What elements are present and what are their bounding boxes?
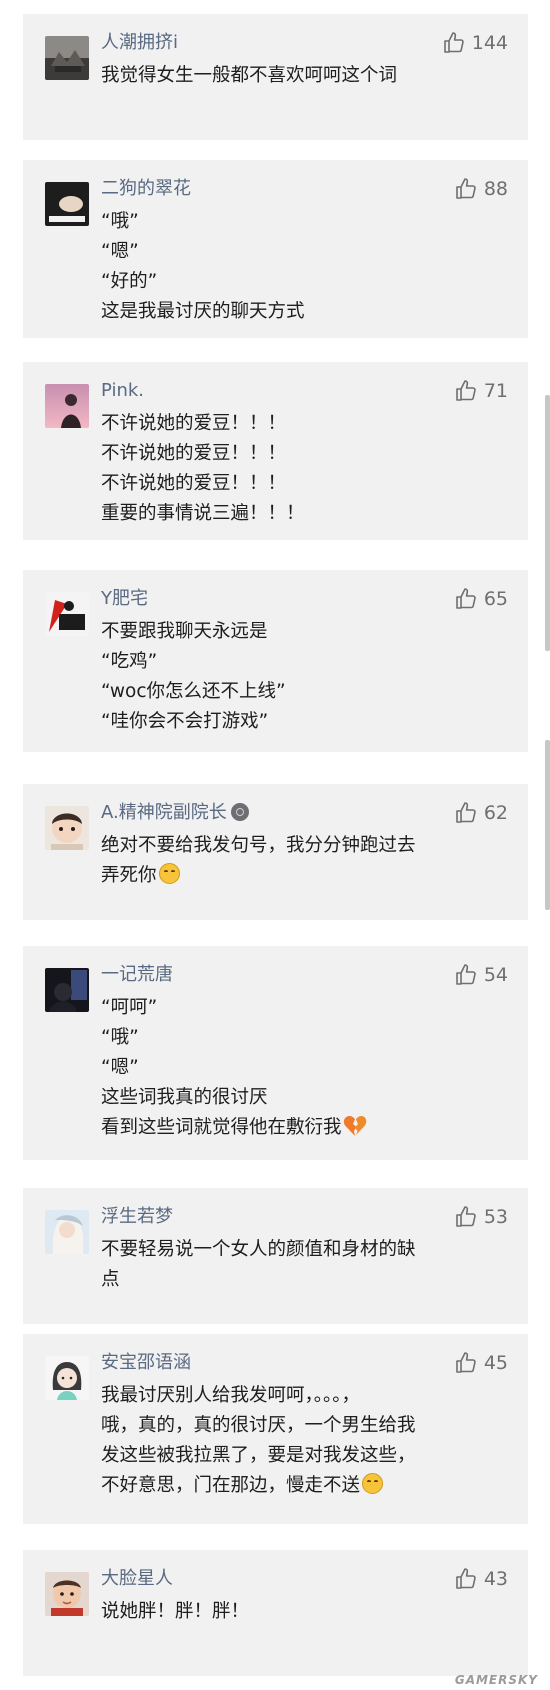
thumbs-up-icon — [443, 32, 464, 53]
comment-line: 看到这些词就觉得他在敷衍我 — [101, 1113, 508, 1143]
comment-line: 重要的事情说三遍！！！ — [101, 503, 305, 524]
smiling-face-emoji — [362, 1473, 384, 1494]
thumbs-up-icon — [456, 802, 476, 823]
like-button[interactable]: 62 — [454, 800, 508, 826]
broken-heart-emoji — [343, 1116, 366, 1136]
comment-line: 点 — [101, 1269, 120, 1290]
username[interactable]: 二狗的翠花 — [101, 177, 191, 201]
scrollbar-thumb[interactable] — [545, 395, 550, 651]
thumbs-up-icon — [456, 588, 476, 609]
thumbs-up-icon — [456, 178, 476, 199]
avatar-baby-icon[interactable] — [45, 806, 89, 850]
username[interactable]: 安宝邵语涵 — [101, 1351, 191, 1375]
comment-text: “哦” “嗯” “好的” 这是我最讨厌的聊天方式 — [101, 207, 508, 327]
comment-line: 我最讨厌别人给我发呵呵，。。。， — [101, 1385, 361, 1406]
comment-text: 我觉得女生一般都不喜欢呵呵这个词 — [101, 61, 508, 91]
username[interactable]: 一记荒唐 — [101, 963, 173, 987]
username[interactable]: 人潮拥挤i — [101, 31, 178, 55]
like-button[interactable]: 88 — [454, 176, 508, 202]
comment-line: 不许说她的爱豆！！！ — [101, 473, 287, 494]
like-button[interactable]: 43 — [454, 1566, 508, 1592]
comment-card: 安宝邵语涵 45 我最讨厌别人给我发呵呵，。。。， 哦，真的，真的很讨厌，一个男… — [23, 1334, 528, 1524]
comment-line: 说她胖！胖！胖！ — [101, 1601, 250, 1622]
comment-card: 二狗的翠花 88 “哦” “嗯” “好的” 这是我最讨厌的聊天方式 — [23, 160, 528, 338]
avatar-sunset-person-icon[interactable] — [45, 384, 89, 428]
comment-line: 绝对不要给我发句号，我分分钟跑过去 — [101, 835, 416, 856]
thumbs-up-icon — [456, 1206, 476, 1227]
comment-line: 弄死你 — [101, 861, 508, 891]
upside-down-face-emoji — [158, 863, 180, 884]
comment-text: 绝对不要给我发句号，我分分钟跑过去 弄死你 — [101, 831, 508, 891]
like-count: 62 — [483, 802, 508, 824]
comment-card: Pink. 71 不许说她的爱豆！！！ 不许说她的爱豆！！！ 不许说她的爱豆！！… — [23, 362, 528, 540]
like-count: 54 — [483, 964, 508, 986]
comment-line: “哦” — [101, 211, 139, 232]
like-count: 45 — [483, 1352, 508, 1374]
avatar-landscape-icon[interactable] — [45, 36, 89, 80]
comment-line: “好的” — [101, 271, 158, 292]
like-button[interactable]: 71 — [454, 378, 508, 404]
like-count: 53 — [483, 1206, 508, 1228]
avatar-red-flag-icon[interactable] — [45, 592, 89, 636]
like-button[interactable]: 45 — [454, 1350, 508, 1376]
like-button[interactable]: 54 — [454, 962, 508, 988]
comment-card: 大脸星人 43 说她胖！胖！胖！ — [23, 1550, 528, 1676]
comment-line: “嗯” — [101, 241, 139, 262]
scrollbar-thumb[interactable] — [545, 740, 550, 910]
comment-line: 我觉得女生一般都不喜欢呵呵这个词 — [101, 65, 398, 86]
thumbs-up-icon — [456, 1352, 476, 1373]
thumbs-up-icon — [456, 380, 476, 401]
avatar-dark-portrait-icon[interactable] — [45, 968, 89, 1012]
comment-line: 不许说她的爱豆！！！ — [101, 413, 287, 434]
username[interactable]: Pink. — [101, 379, 144, 403]
comment-line: 发这些被我拉黑了，要是对我发这些， — [101, 1445, 416, 1466]
comment-line: “呵呵” — [101, 997, 158, 1018]
comment-line: 不要轻易说一个女人的颜值和身材的缺 — [101, 1239, 416, 1260]
username[interactable]: 大脸星人 — [101, 1567, 173, 1591]
comment-line: “哦” — [101, 1027, 139, 1048]
comment-line: “吃鸡” — [101, 651, 158, 672]
watermark: GAMERSKY — [454, 1673, 538, 1687]
thumbs-up-icon — [456, 1568, 476, 1589]
comment-card: Y肥宅 65 不要跟我聊天永远是 “吃鸡” “woc你怎么还不上线” “哇你会不… — [23, 570, 528, 752]
avatar-child-photo-icon[interactable] — [45, 1572, 89, 1616]
comment-line: 不要跟我聊天永远是 — [101, 621, 268, 642]
like-button[interactable]: 144 — [442, 30, 508, 56]
comment-card: 浮生若梦 53 不要轻易说一个女人的颜值和身材的缺 点 — [23, 1188, 528, 1324]
username[interactable]: 浮生若梦 — [101, 1205, 173, 1229]
comment-line: “嗯” — [101, 1057, 139, 1078]
like-count: 88 — [483, 178, 508, 200]
comment-card: 一记荒唐 54 “呵呵” “哦” “嗯” 这些词我真的很讨厌 看到这些词就觉得他… — [23, 946, 528, 1160]
like-count: 71 — [483, 380, 508, 402]
avatar-hand-icon[interactable] — [45, 182, 89, 226]
username[interactable]: A.精神院副院长 — [101, 801, 249, 825]
like-button[interactable]: 65 — [454, 586, 508, 612]
comment-text: 不要跟我聊天永远是 “吃鸡” “woc你怎么还不上线” “哇你会不会打游戏” — [101, 617, 508, 737]
comment-line: 这是我最讨厌的聊天方式 — [101, 301, 305, 322]
like-count: 65 — [483, 588, 508, 610]
comment-line: 不好意思，门在那边，慢走不送 — [101, 1471, 508, 1501]
comment-line: 不许说她的爱豆！！！ — [101, 443, 287, 464]
comment-card: 人潮拥挤i 144 我觉得女生一般都不喜欢呵呵这个词 — [23, 14, 528, 140]
avatar-illustration-girl-icon[interactable] — [45, 1210, 89, 1254]
comment-text: 我最讨厌别人给我发呵呵，。。。， 哦，真的，真的很讨厌，一个男生给我 发这些被我… — [101, 1381, 508, 1501]
comment-line: “woc你怎么还不上线” — [101, 681, 286, 702]
avatar-cartoon-girl-icon[interactable] — [45, 1356, 89, 1400]
comment-line: “哇你会不会打游戏” — [101, 711, 269, 732]
thumbs-up-icon — [456, 964, 476, 985]
like-count: 144 — [471, 32, 508, 54]
comment-line: 哦，真的，真的很讨厌，一个男生给我 — [101, 1415, 416, 1436]
comment-text: 说她胖！胖！胖！ — [101, 1597, 508, 1627]
comment-text: 不要轻易说一个女人的颜值和身材的缺 点 — [101, 1235, 508, 1295]
comment-text: 不许说她的爱豆！！！ 不许说她的爱豆！！！ 不许说她的爱豆！！！ 重要的事情说三… — [101, 409, 508, 529]
comment-text: “呵呵” “哦” “嗯” 这些词我真的很讨厌 看到这些词就觉得他在敷衍我 — [101, 993, 508, 1143]
badge-icon — [230, 803, 249, 821]
comment-line: 这些词我真的很讨厌 — [101, 1087, 268, 1108]
comment-card: A.精神院副院长 62 绝对不要给我发句号，我分分钟跑过去 弄死你 — [23, 784, 528, 920]
like-button[interactable]: 53 — [454, 1204, 508, 1230]
username[interactable]: Y肥宅 — [101, 587, 148, 611]
like-count: 43 — [483, 1568, 508, 1590]
